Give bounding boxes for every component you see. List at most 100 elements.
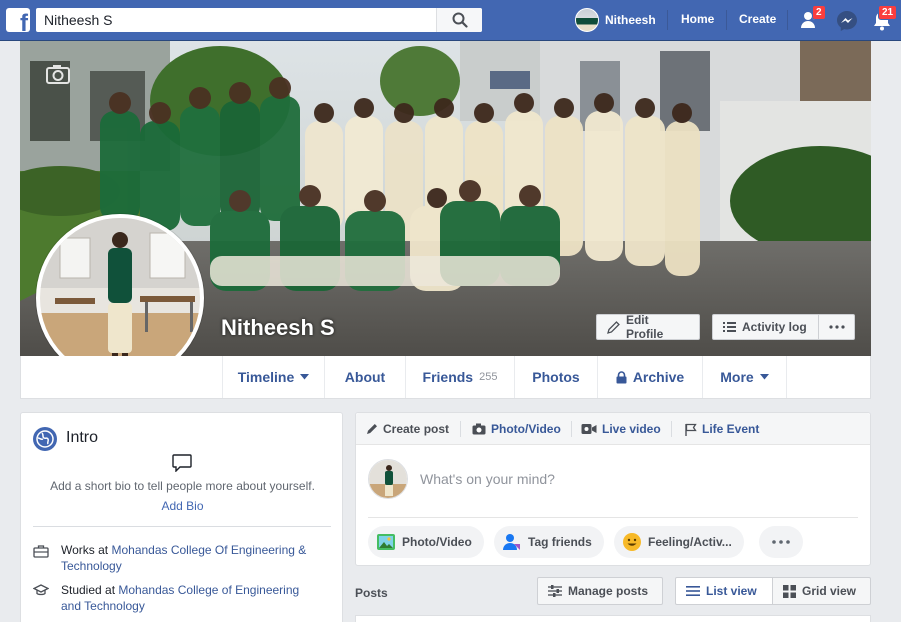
- photo-video-button[interactable]: Photo/Video: [368, 526, 484, 558]
- feeling-activity-button[interactable]: Feeling/Activ...: [614, 526, 744, 558]
- works-at-prefix: Works at: [61, 543, 109, 557]
- tab-friends-label: Friends: [422, 369, 474, 385]
- list-view-button[interactable]: List view: [675, 577, 773, 605]
- add-bio-link[interactable]: Add Bio: [21, 499, 344, 513]
- tab-divider: [460, 421, 461, 437]
- profile-tabs: Timeline About Friends 255 Photos Archiv…: [20, 356, 871, 399]
- tab-archive[interactable]: Archive: [597, 356, 702, 398]
- studied-at-prefix: Studied at: [61, 583, 116, 597]
- tab-about-label: About: [344, 369, 386, 385]
- more-dots-icon: [772, 540, 790, 544]
- education-info: Studied at Mohandas College of Engineeri…: [33, 582, 323, 614]
- graduation-cap-icon: [33, 584, 49, 596]
- lock-icon: [616, 370, 627, 383]
- profile-name[interactable]: Nitheesh S: [221, 315, 335, 341]
- edit-profile-button[interactable]: Edit Profile: [596, 313, 700, 341]
- caret-down-icon: [759, 374, 769, 380]
- live-video-tab[interactable]: Live video: [581, 422, 661, 436]
- nav-divider: [667, 10, 668, 30]
- life-event-tab[interactable]: Life Event: [685, 422, 759, 436]
- post-composer: Create post Photo/Video Live video Life …: [355, 412, 871, 566]
- friend-requests-badge: 2: [812, 5, 826, 20]
- globe-icon: [33, 427, 57, 451]
- tag-friends-button[interactable]: Tag friends: [494, 526, 604, 558]
- top-navigation-bar: f Nitheesh Home Create 2: [0, 0, 901, 41]
- nav-create-link[interactable]: Create: [739, 12, 776, 26]
- list-view-icon: [686, 586, 700, 596]
- notifications-button[interactable]: 21: [872, 5, 898, 35]
- tag-friends-icon: [503, 534, 520, 550]
- search-button[interactable]: [436, 8, 482, 32]
- composer-divider: [368, 517, 858, 518]
- video-camera-icon: [581, 424, 597, 434]
- nav-divider: [726, 10, 727, 30]
- friend-requests-button[interactable]: 2: [800, 5, 826, 33]
- photo-video-pill-label: Photo/Video: [402, 535, 472, 549]
- search-box: [36, 8, 482, 32]
- grid-view-icon: [783, 584, 796, 598]
- post-text-input[interactable]: What's on your mind?: [420, 471, 555, 487]
- feeling-activity-label: Feeling/Activ...: [648, 535, 732, 549]
- live-video-label: Live video: [602, 422, 661, 436]
- activity-log-label: Activity log: [742, 320, 807, 334]
- composer-tabs: Create post Photo/Video Live video Life …: [356, 413, 870, 445]
- activity-log-button[interactable]: Activity log: [712, 314, 819, 340]
- post-card: [355, 615, 871, 622]
- more-dots-icon: [828, 325, 845, 329]
- notifications-badge: 21: [878, 5, 898, 20]
- grid-view-button[interactable]: Grid view: [772, 577, 871, 605]
- create-post-label: Create post: [383, 422, 450, 436]
- tab-archive-label: Archive: [632, 369, 685, 385]
- list-icon: [723, 322, 736, 332]
- photo-icon: [377, 534, 395, 550]
- speech-bubble-icon: [172, 454, 192, 472]
- tab-more-label: More: [720, 369, 754, 385]
- tab-divider: [571, 421, 572, 437]
- avatar: [368, 459, 408, 499]
- photo-video-tab-label: Photo/Video: [491, 422, 561, 436]
- intro-card: Intro Add a short bio to tell people mor…: [20, 412, 343, 622]
- school-link-cont[interactable]: and Technology: [61, 599, 145, 613]
- tab-photos-label: Photos: [532, 369, 580, 385]
- messenger-icon: [837, 11, 857, 31]
- more-composer-options-button[interactable]: [759, 526, 803, 558]
- tab-friends[interactable]: Friends 255: [405, 356, 514, 398]
- search-input[interactable]: [36, 8, 436, 32]
- more-options-button[interactable]: [818, 314, 855, 340]
- avatar: [575, 8, 599, 32]
- tab-about[interactable]: About: [324, 356, 405, 398]
- tab-timeline[interactable]: Timeline: [222, 356, 324, 398]
- camera-icon[interactable]: [46, 64, 70, 84]
- manage-posts-label: Manage posts: [568, 584, 649, 598]
- intro-divider: [33, 526, 331, 527]
- friends-count: 255: [479, 371, 498, 383]
- grid-view-label: Grid view: [802, 584, 857, 598]
- search-icon: [452, 12, 468, 28]
- nav-home-link[interactable]: Home: [681, 12, 714, 26]
- nav-profile-link[interactable]: Nitheesh: [575, 8, 656, 32]
- tab-photos[interactable]: Photos: [514, 356, 597, 398]
- school-link[interactable]: Mohandas College of Engineering: [118, 583, 299, 597]
- intro-title: Intro: [66, 429, 99, 446]
- life-event-label: Life Event: [702, 422, 760, 436]
- list-view-label: List view: [706, 584, 757, 598]
- camera-icon: [472, 423, 486, 435]
- workplace-link-cont[interactable]: Technology: [61, 559, 122, 573]
- tag-friends-label: Tag friends: [528, 535, 592, 549]
- tab-more[interactable]: More: [702, 356, 787, 398]
- messenger-button[interactable]: [836, 10, 858, 35]
- profile-picture-image: [40, 218, 200, 378]
- settings-sliders-icon: [548, 585, 562, 597]
- create-post-tab[interactable]: Create post: [366, 422, 449, 436]
- tab-timeline-label: Timeline: [237, 369, 295, 385]
- bio-prompt: Add a short bio to tell people more abou…: [50, 479, 315, 493]
- caret-down-icon: [300, 374, 310, 380]
- smiley-icon: [623, 533, 641, 551]
- manage-posts-button[interactable]: Manage posts: [537, 577, 663, 605]
- facebook-logo-icon[interactable]: f: [6, 8, 30, 32]
- workplace-link[interactable]: Mohandas College Of Engineering &: [111, 543, 306, 557]
- photo-video-tab[interactable]: Photo/Video: [472, 422, 561, 436]
- nav-divider: [787, 10, 788, 30]
- pencil-icon: [607, 320, 620, 334]
- tab-divider: [671, 421, 672, 437]
